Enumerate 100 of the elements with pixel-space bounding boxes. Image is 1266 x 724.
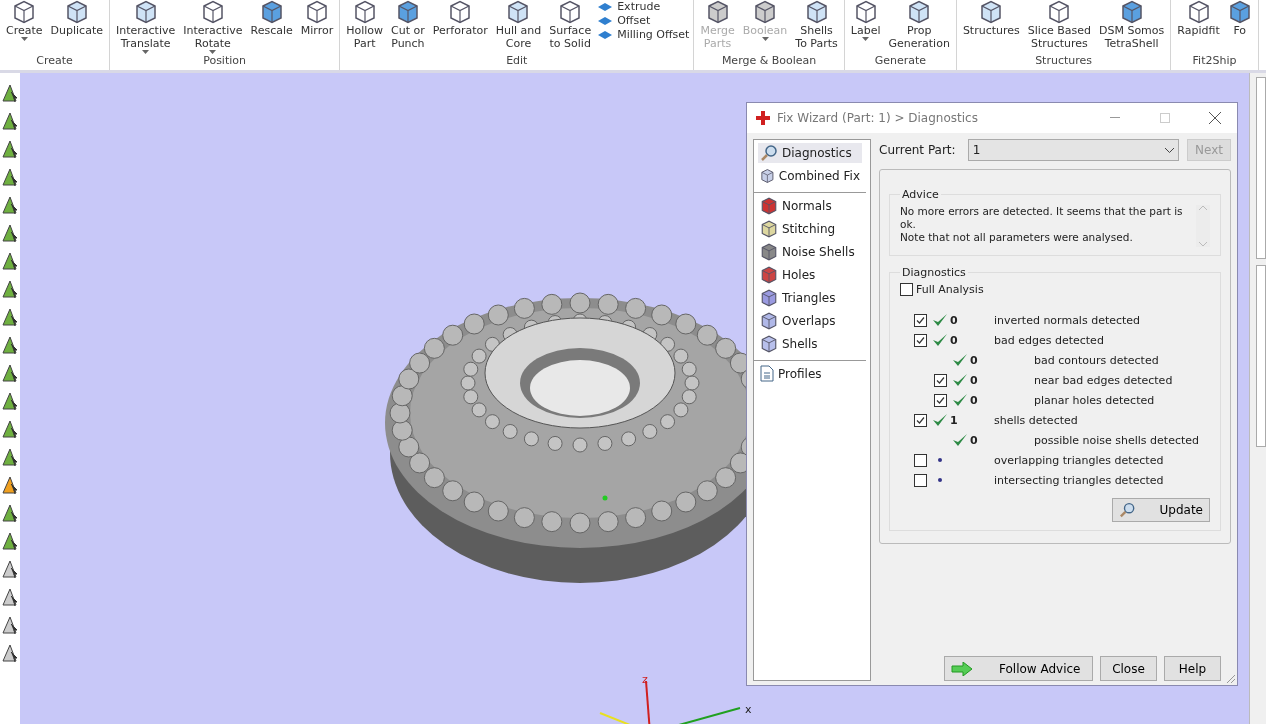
group-label: Edit (505, 54, 529, 69)
field-label: Current Part: (879, 143, 957, 157)
shape-cursor-icon[interactable] (2, 223, 18, 243)
ribbon-button[interactable]: Shells To Parts (793, 0, 840, 50)
checkbox[interactable] (913, 473, 927, 487)
nav-item[interactable]: Combined Fix (758, 166, 862, 186)
nav-item[interactable]: Stitching (758, 219, 862, 239)
ribbon-button[interactable]: Rapidfit (1175, 0, 1222, 37)
nav-item[interactable]: Noise Shells (758, 242, 862, 262)
checkbox-label: Full Analysis (916, 283, 984, 296)
close-icon (1209, 112, 1221, 124)
ribbon-button[interactable]: Structures (960, 0, 1022, 37)
shape-cursor-icon[interactable] (2, 447, 18, 467)
arrow-icon (951, 661, 973, 676)
group-label: Create (35, 54, 74, 69)
chevron-icon (1165, 147, 1174, 153)
shape-cursor-icon[interactable] (2, 335, 18, 355)
ribbon-button[interactable]: Surface to Solid (547, 0, 594, 50)
shape-cursor-icon[interactable] (2, 475, 18, 495)
cube-icon (979, 0, 1004, 24)
shape-cursor-icon[interactable] (2, 111, 18, 131)
group-label: Merge & Boolean (720, 54, 818, 69)
checkbox[interactable] (933, 373, 947, 387)
count-text: 1 (950, 413, 958, 427)
diagnostic-label: bad edges detected (994, 333, 1104, 347)
ribbon-button[interactable]: Perforator (430, 0, 490, 37)
group-title: Advice (901, 188, 940, 201)
dialog-button[interactable]: Follow Advice (944, 656, 1093, 681)
maximize-icon (1160, 113, 1170, 123)
shape-cursor-icon[interactable] (2, 559, 18, 579)
group-title: Diagnostics (901, 266, 967, 279)
shape-cursor-icon[interactable] (2, 167, 18, 187)
ribbon-small-button[interactable]: Offset (597, 14, 690, 27)
ribbon-button[interactable]: Label (848, 0, 883, 41)
shape-cursor-icon[interactable] (2, 363, 18, 383)
nav-item[interactable]: Shells (758, 334, 862, 354)
cube-icon (760, 167, 775, 185)
scroll-bar[interactable] (1196, 205, 1210, 247)
shape-cursor-icon[interactable] (2, 251, 18, 271)
ribbon-button[interactable]: Create (4, 0, 45, 41)
ribbon-button[interactable]: Cut or Punch (389, 0, 427, 50)
ribbon-button[interactable]: Interactive Translate (113, 0, 178, 54)
ribbon-button[interactable]: Prop Generation (886, 0, 952, 50)
cube-icon (259, 0, 284, 24)
ribbon-button[interactable]: DSM Somos TetraShell (1096, 0, 1167, 50)
ribbon-small-button[interactable]: Milling Offset (597, 28, 690, 41)
shape-cursor-icon[interactable] (2, 615, 18, 635)
checkbox[interactable] (933, 393, 947, 407)
document-icon (760, 365, 774, 382)
nav-item[interactable]: Holes (758, 265, 862, 285)
diagnostic-label: planar holes detected (1033, 393, 1155, 407)
shape-cursor-icon[interactable] (2, 531, 18, 551)
shape-cursor-icon[interactable] (2, 503, 18, 523)
ribbon-button[interactable]: Fo (1225, 0, 1254, 37)
search-icon (760, 144, 778, 162)
ribbon-button[interactable]: Slice Based Structures (1025, 0, 1093, 50)
ribbon-button[interactable]: Rescale (248, 0, 295, 37)
dialog-button[interactable]: Help (1164, 656, 1221, 681)
shape-cursor-icon[interactable] (2, 195, 18, 215)
cube-icon (760, 243, 778, 261)
cube-icon (804, 0, 829, 24)
shape-cursor-icon[interactable] (2, 139, 18, 159)
shape-cursor-icon[interactable] (2, 391, 18, 411)
checkbox[interactable] (913, 413, 927, 427)
resize-grip[interactable] (1226, 674, 1236, 684)
cube-icon (133, 0, 158, 24)
nav-item[interactable]: Diagnostics (758, 143, 862, 163)
shape-cursor-icon[interactable] (2, 279, 18, 299)
shape-cursor-icon[interactable] (2, 307, 18, 327)
cube-icon (705, 0, 730, 24)
checkbox[interactable] (900, 283, 913, 296)
part-dropdown[interactable]: 1 (967, 139, 1179, 161)
count-text: 0 (970, 393, 978, 407)
ribbon-button[interactable]: Duplicate (48, 0, 105, 37)
shape-cursor-icon[interactable] (2, 643, 18, 663)
checkbox[interactable] (913, 313, 927, 327)
checkbox[interactable] (913, 333, 927, 347)
ribbon-small-button[interactable]: Extrude (597, 0, 690, 13)
shape-cursor-icon[interactable] (2, 587, 18, 607)
update-button[interactable]: Update (1112, 498, 1210, 522)
checkbox[interactable] (913, 453, 927, 467)
count-text: 0 (970, 433, 978, 447)
ribbon-button[interactable]: Interactive Rotate (181, 0, 245, 54)
shape-cursor-icon[interactable] (2, 419, 18, 439)
layer-icon (597, 0, 614, 13)
nav-item[interactable]: Triangles (758, 288, 862, 308)
ribbon-button[interactable]: Hull and Core (493, 0, 544, 50)
shape-cursor-icon[interactable] (2, 83, 18, 103)
cube-icon (760, 289, 778, 307)
advice-text: No more errors are detected. It seems that the part is ok. Note that not all parameters were analysed. (900, 205, 1184, 245)
ribbon-button[interactable]: Mirror (298, 0, 336, 37)
cube-icon (760, 220, 778, 238)
cube-icon (760, 312, 778, 330)
group-label: Position (202, 54, 247, 69)
nav-item[interactable]: Normals (758, 196, 862, 216)
dialog-button[interactable]: Close (1100, 656, 1157, 681)
cube-icon (1227, 0, 1252, 24)
nav-item[interactable]: Overlaps (758, 311, 862, 331)
nav-item[interactable]: Profiles (758, 364, 862, 383)
ribbon-button[interactable]: Hollow Part (344, 0, 386, 50)
